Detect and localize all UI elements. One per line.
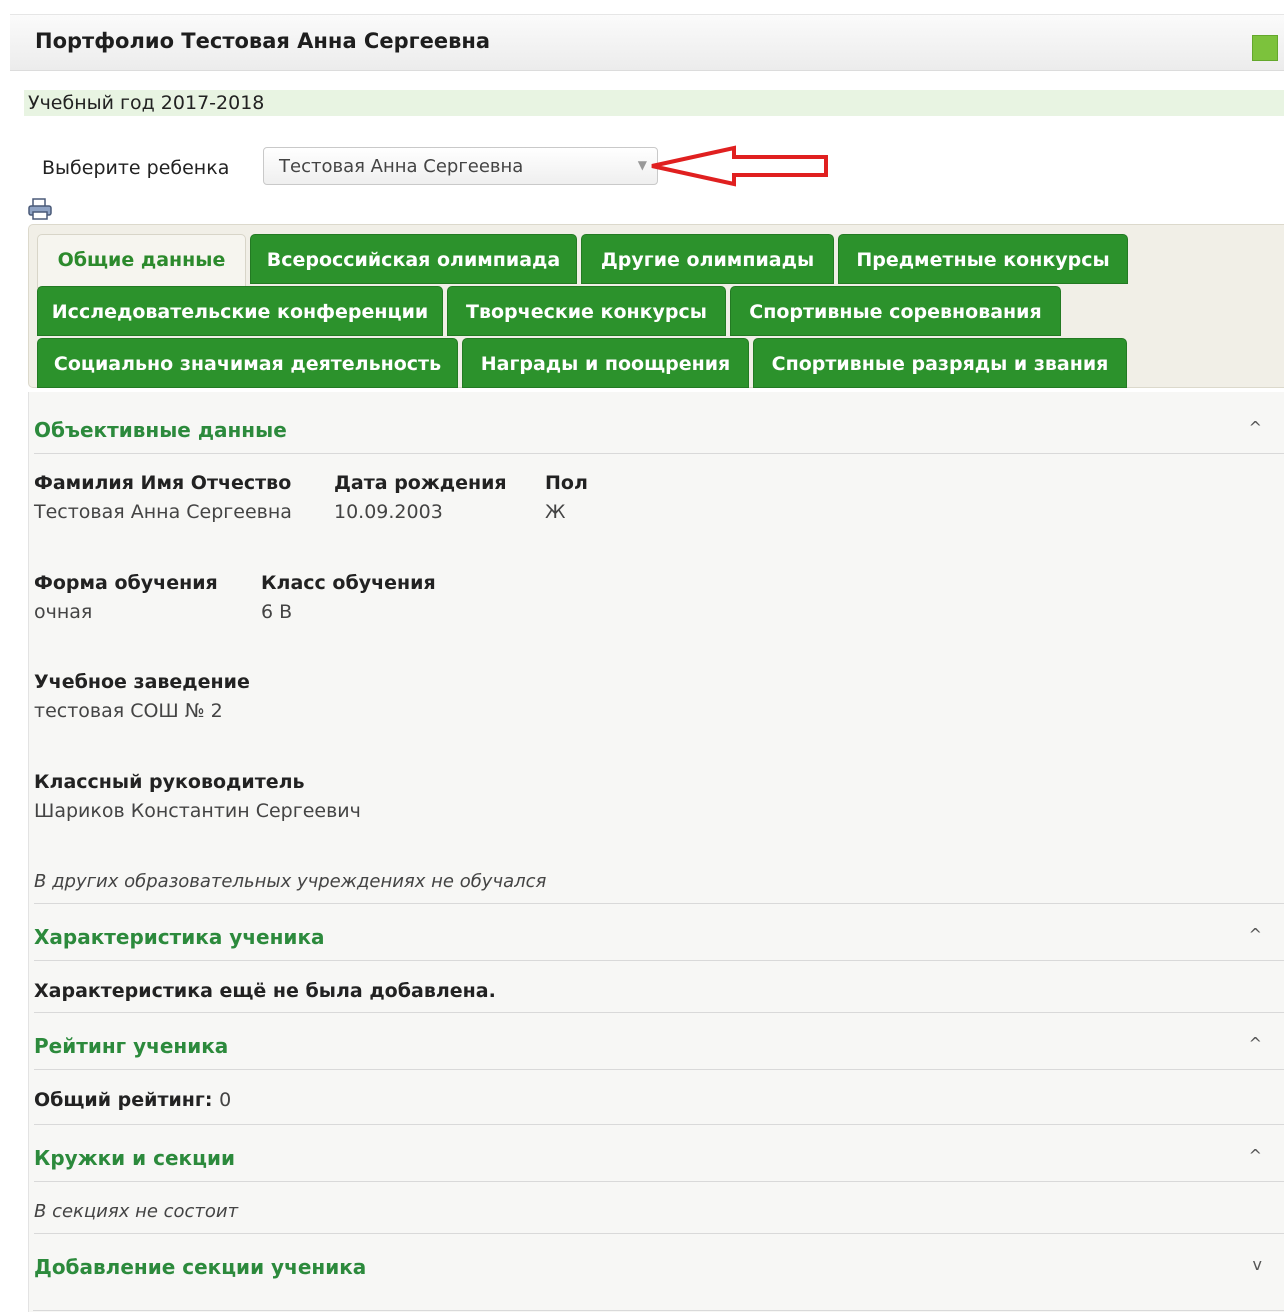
section-title: Объективные данные	[34, 418, 287, 442]
divider	[34, 1233, 1284, 1234]
academic-year-bar: Учебный год 2017-2018	[24, 90, 1284, 116]
class-teacher-value: Шариков Константин Сергеевич	[34, 800, 361, 822]
sex-label: Пол	[545, 472, 588, 494]
sex-value: Ж	[545, 501, 566, 523]
section-characteristic-header[interactable]: Характеристика ученика ^	[34, 913, 1284, 961]
section-title: Характеристика ученика	[34, 925, 325, 949]
tab-sport-ranks[interactable]: Спортивные разряды и звания	[753, 338, 1127, 388]
academic-year-label: Учебный год 2017-2018	[28, 92, 265, 114]
class-label: Класс обучения	[261, 572, 436, 594]
class-teacher-label: Классный руководитель	[34, 771, 305, 793]
chevron-down-icon[interactable]: v	[1253, 1255, 1262, 1274]
tab-content-general: Объективные данные ^ Фамилия Имя Отчеств…	[28, 392, 1284, 1312]
tab-research-conferences[interactable]: Исследовательские конференции	[37, 286, 443, 336]
section-clubs-header[interactable]: Кружки и секции ^	[34, 1134, 1284, 1182]
divider	[33, 1310, 1284, 1311]
clubs-empty-note: В секциях не состоит	[34, 1201, 239, 1222]
portfolio-header: Портфолио Тестовая Анна Сергеевна	[10, 14, 1284, 71]
child-select[interactable]: Тестовая Анна Сергеевна ▼	[263, 147, 658, 185]
section-objective-header[interactable]: Объективные данные ^	[34, 406, 1284, 454]
page-title: Портфолио Тестовая Анна Сергеевна	[35, 29, 491, 53]
chevron-up-icon[interactable]: ^	[1249, 418, 1262, 437]
fio-value: Тестовая Анна Сергеевна	[34, 501, 292, 523]
tab-general-data[interactable]: Общие данные	[37, 234, 246, 288]
tabs-panel: Общие данные Всероссийская олимпиада Дру…	[28, 224, 1284, 388]
section-title: Кружки и секции	[34, 1146, 235, 1170]
section-title: Добавление секции ученика	[34, 1255, 367, 1279]
birth-date-label: Дата рождения	[334, 472, 507, 494]
characteristic-empty-text: Характеристика ещё не была добавлена.	[34, 980, 496, 1002]
overall-rating-value: 0	[219, 1089, 232, 1111]
other-schools-note: В других образовательных учреждениях не …	[34, 871, 547, 892]
tab-other-olympiads[interactable]: Другие олимпиады	[581, 234, 834, 284]
red-arrow-annotation	[651, 145, 828, 187]
class-value: 6 В	[261, 601, 293, 623]
print-icon[interactable]	[27, 198, 53, 224]
school-value: тестовая СОШ № 2	[34, 700, 223, 722]
divider	[34, 1124, 1284, 1125]
child-select-label: Выберите ребенка	[42, 157, 230, 179]
study-form-value: очная	[34, 601, 93, 623]
tab-subject-contests[interactable]: Предметные конкурсы	[838, 234, 1128, 284]
school-label: Учебное заведение	[34, 671, 250, 693]
tab-all-russian-olympiad[interactable]: Всероссийская олимпиада	[250, 234, 577, 284]
fio-label: Фамилия Имя Отчество	[34, 472, 292, 494]
tab-creative-contests[interactable]: Творческие конкурсы	[447, 286, 726, 336]
study-form-label: Форма обучения	[34, 572, 218, 594]
status-indicator	[1252, 35, 1278, 61]
divider	[34, 1012, 1284, 1013]
section-rating-header[interactable]: Рейтинг ученика ^	[34, 1022, 1284, 1070]
tab-social-activity[interactable]: Социально значимая деятельность	[37, 338, 458, 388]
divider	[34, 903, 1284, 904]
child-select-value: Тестовая Анна Сергеевна	[279, 156, 524, 177]
section-title: Рейтинг ученика	[34, 1034, 229, 1058]
overall-rating: Общий рейтинг: 0	[34, 1089, 231, 1111]
tab-sport-competitions[interactable]: Спортивные соревнования	[730, 286, 1061, 336]
tab-awards[interactable]: Награды и поощрения	[462, 338, 749, 388]
chevron-up-icon[interactable]: ^	[1249, 1146, 1262, 1165]
chevron-up-icon[interactable]: ^	[1249, 1034, 1262, 1053]
overall-rating-label: Общий рейтинг:	[34, 1089, 213, 1111]
chevron-up-icon[interactable]: ^	[1249, 925, 1262, 944]
birth-date-value: 10.09.2003	[334, 501, 443, 523]
section-add-club-header[interactable]: Добавление секции ученика v	[34, 1243, 1284, 1291]
